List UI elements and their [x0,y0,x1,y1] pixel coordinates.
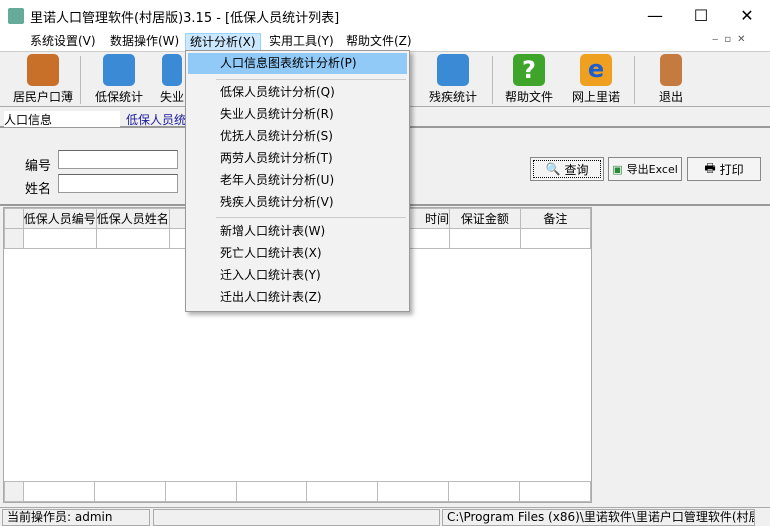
menu-separator [216,217,406,218]
toolbar-label: 失业 [159,90,184,104]
menu-item-deaths[interactable]: 死亡人口统计表(X) [188,243,407,264]
toolbar-separator [492,56,493,104]
id-input[interactable] [58,150,178,169]
exit-door-icon [660,54,682,86]
grid-footer-row [4,481,591,502]
toolbar-disabled-button[interactable]: 残疾统计 [420,54,486,105]
maximize-button[interactable]: ☐ [678,0,724,31]
menu-tools[interactable]: 实用工具(Y) [265,33,338,51]
magnifier-icon: 🔍 [545,162,561,176]
export-label: 导出Excel [626,163,678,176]
toolbar-separator [80,56,81,104]
disabled-person-icon [437,54,469,86]
toolbar-label: 帮助文件 [504,90,553,104]
close-button[interactable]: ✕ [724,0,770,31]
mdi-controls[interactable]: ‒▫✕ [712,34,766,48]
toolbar-separator [634,56,635,104]
id-label: 编号 [25,159,52,174]
menu-bar: 系统设置(V) 数据操作(W) 统计分析(X) 实用工具(Y) 帮助文件(Z) … [0,31,770,51]
toolbar-website-button[interactable]: e 网上里诺 [563,54,629,105]
search-label: 查询 [564,162,589,177]
name-label: 姓名 [25,182,52,197]
toolbar-label: 低保统计 [94,90,143,104]
menu-separator [216,79,406,80]
toolbar-label: 残疾统计 [428,90,477,104]
statistics-dropdown-menu: 人口信息图表统计分析(P) 低保人员统计分析(Q) 失业人员统计分析(R) 优抚… [185,50,410,312]
menu-item-chart-analysis[interactable]: 人口信息图表统计分析(P) [188,53,407,74]
col-header[interactable]: 备注 [519,208,592,229]
menu-item-lowincome[interactable]: 低保人员统计分析(Q) [188,82,407,103]
toolbar-label: 居民户口薄 [12,90,73,104]
toolbar-label: 网上里诺 [571,90,620,104]
status-path: C:\Program Files (x86)\里诺软件\里诺户口管理软件(村居 [442,509,755,526]
menu-system-settings[interactable]: 系统设置(V) [26,33,100,51]
export-excel-button[interactable]: ▣ 导出Excel [608,157,682,181]
toolbar-residents-button[interactable]: 居民户口薄 [10,54,76,105]
menu-help[interactable]: 帮助文件(Z) [342,33,416,51]
print-label: 打印 [719,162,744,177]
window-title: 里诺人口管理软件(村居版)3.15 - [低保人员统计列表] [30,11,340,26]
app-icon [8,8,24,24]
title-bar: 里诺人口管理软件(村居版)3.15 - [低保人员统计列表] — ☐ ✕ [0,0,770,31]
menu-item-move-out[interactable]: 迁出人口统计表(Z) [188,287,407,308]
name-input[interactable] [58,174,178,193]
question-icon: ? [513,54,545,86]
person-icon [103,54,135,86]
menu-item-new-population[interactable]: 新增人口统计表(W) [188,221,407,242]
residents-icon [27,54,59,86]
col-header[interactable]: 低保人员姓名 [95,208,170,229]
info-title: 低保人员统 [126,113,187,127]
menu-item-unemployed[interactable]: 失业人员统计分析(R) [188,104,407,125]
excel-icon: ▣ [612,162,623,176]
menu-item-elderly[interactable]: 老年人员统计分析(U) [188,170,407,191]
status-operator: 当前操作员: admin [2,509,150,526]
ie-icon: e [580,54,612,86]
menu-item-veterans[interactable]: 优抚人员统计分析(S) [188,126,407,147]
toolbar-lowincome-button[interactable]: 低保统计 [86,54,152,105]
row-header-corner [4,208,24,229]
person-icon [162,54,182,86]
col-header[interactable]: 低保人员编号 [22,208,97,229]
menu-data-operations[interactable]: 数据操作(W) [106,33,183,51]
menu-statistics[interactable]: 统计分析(X) [185,33,261,51]
menu-item-reform[interactable]: 两劳人员统计分析(T) [188,148,407,169]
col-header[interactable]: 保证金额 [449,208,521,229]
status-middle [153,509,440,526]
menu-item-move-in[interactable]: 迁入人口统计表(Y) [188,265,407,286]
status-bar: 当前操作员: admin C:\Program Files (x86)\里诺软件… [0,507,770,526]
search-button[interactable]: 🔍 查询 [530,157,604,181]
toolbar-help-button[interactable]: ? 帮助文件 [496,54,562,105]
menu-item-disabled[interactable]: 残疾人员统计分析(V) [188,192,407,213]
print-button[interactable]: 🖶 打印 [687,157,761,181]
printer-icon: 🖶 [704,160,716,175]
info-label: 人口信息 [4,111,120,127]
minimize-button[interactable]: — [632,0,678,31]
toolbar-label: 退出 [658,90,683,104]
toolbar-exit-button[interactable]: 退出 [638,54,704,105]
